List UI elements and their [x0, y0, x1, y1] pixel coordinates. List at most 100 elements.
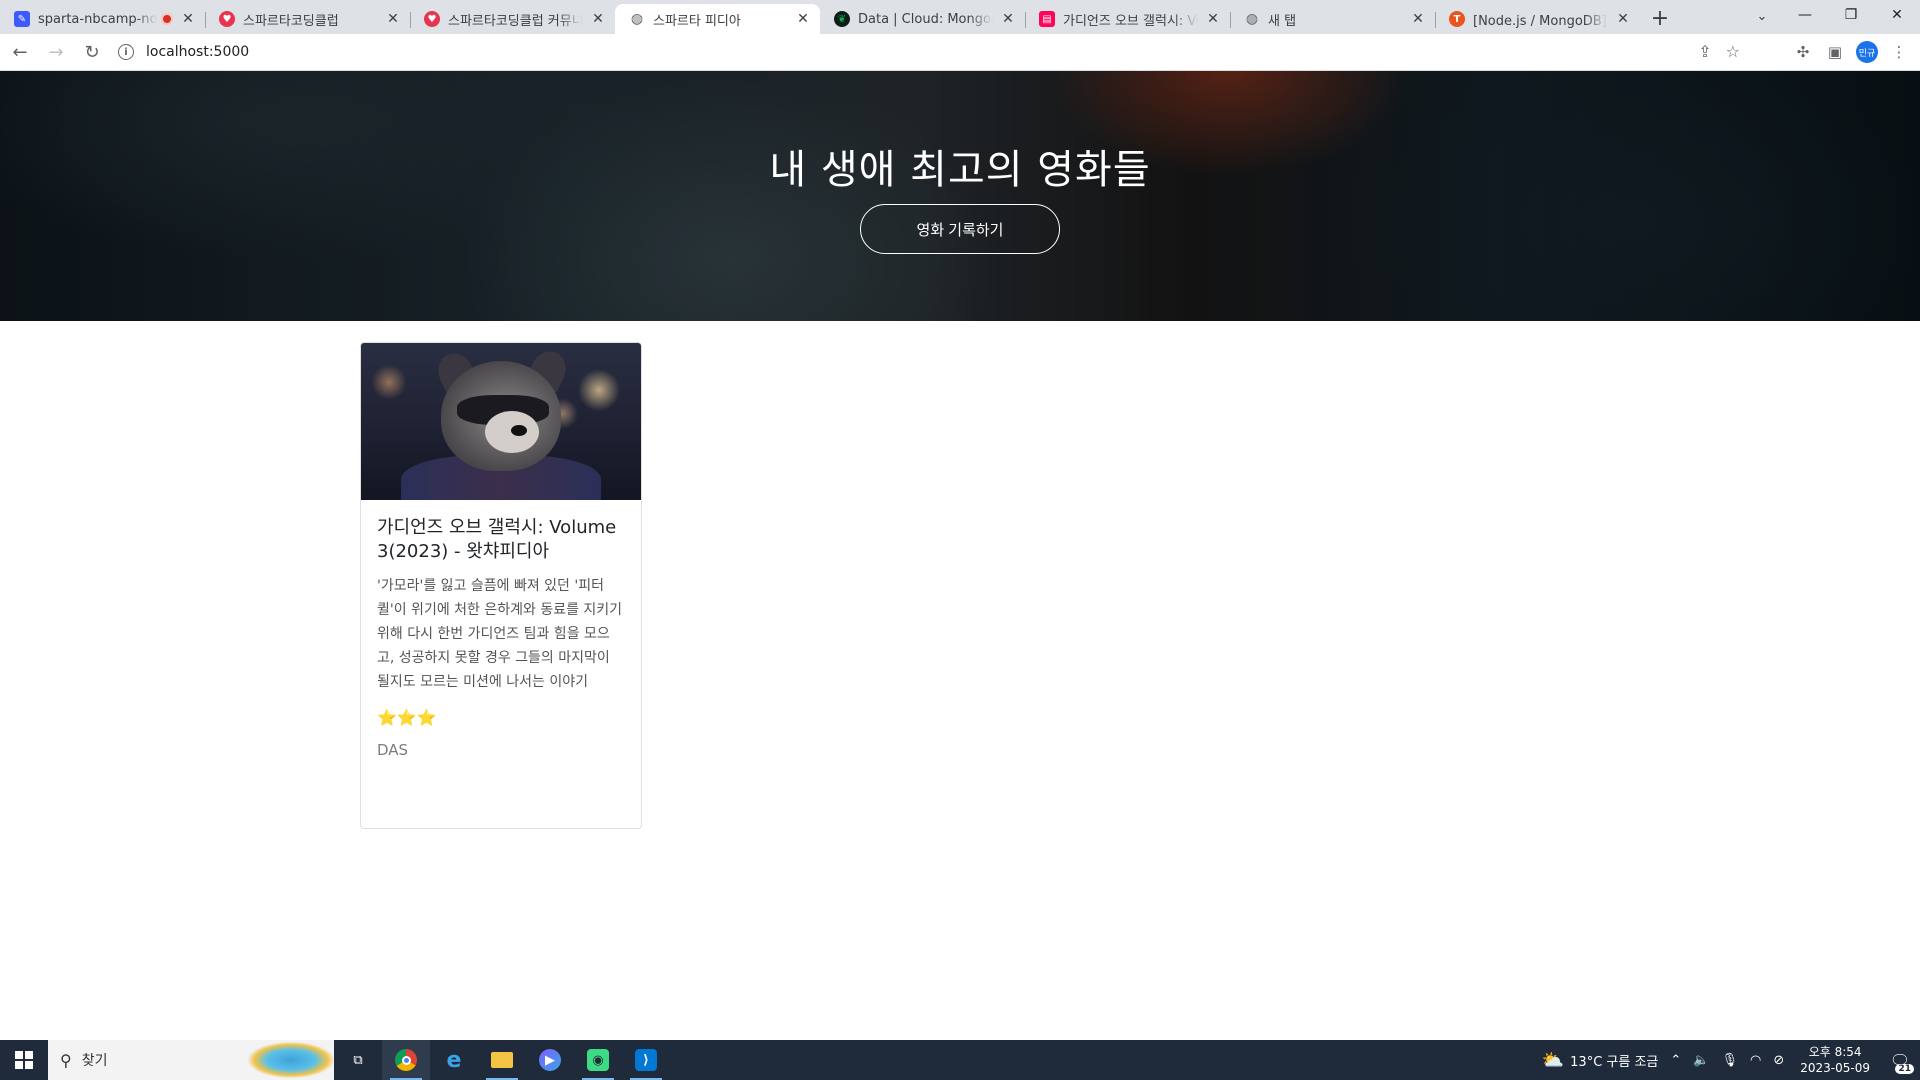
tab-watcha[interactable]: ▤ 가디언즈 오브 갤럭시: Volume 3 ✕ [1025, 4, 1230, 34]
close-icon[interactable]: ✕ [1204, 10, 1222, 28]
microphone-icon[interactable]: 🎙 [1721, 1053, 1738, 1068]
windows-logo-icon [15, 1051, 33, 1069]
close-icon[interactable]: ✕ [794, 10, 812, 28]
tab-strip: ✎ sparta-nbcamp-nodejs ✕ ♥ 스파르타코딩클럽 ✕ ♥ … [0, 0, 1920, 34]
windows-taskbar: ⚲ 찾기 ⧉ e ▶ ◉ ⟩ ⛅ 13°C 구름 조금 ⌃ 🔈 🎙 ◠ ⊘ 오후… [0, 1040, 1920, 1080]
leaf-icon: ❦ [834, 11, 850, 27]
movie-description: '가모라'를 잃고 슬픔에 빠져 있던 '피터 퀼'이 위기에 처한 은하계와 … [377, 578, 623, 690]
movie-card: 가디언즈 오브 갤럭시: Volume 3(2023) - 왓챠피디아 '가모라… [360, 342, 642, 829]
movie-title: 가디언즈 오브 갤럭시: Volume 3(2023) - 왓챠피디아 [377, 517, 617, 562]
close-icon[interactable]: ✕ [1614, 10, 1632, 28]
movie-poster-image [361, 343, 641, 500]
reload-button[interactable]: ↻ [76, 36, 108, 68]
close-icon[interactable]: ✕ [384, 10, 402, 28]
notification-center-button[interactable]: 🗨 21 [1880, 1040, 1920, 1080]
task-view-button[interactable]: ⧉ [334, 1040, 382, 1080]
tab-sparta-nbcamp[interactable]: ✎ sparta-nbcamp-nodejs ✕ [0, 4, 205, 34]
minimize-button[interactable]: — [1782, 0, 1828, 30]
watcha-icon: ▤ [1039, 11, 1055, 27]
tab-search-button[interactable]: ⌄ [1748, 2, 1776, 30]
vscode-icon: ⟩ [635, 1049, 657, 1071]
clock-time: 오후 8:54 [1808, 1045, 1862, 1059]
taskbar-android-app[interactable]: ◉ [574, 1040, 622, 1080]
browser-toolbar: ← → ↻ i localhost:5000 ⇪ ☆ ✣ ▣ 민규 ⋮ [0, 34, 1920, 71]
page-title: 내 생애 최고의 영화들 [769, 147, 1151, 193]
tab-title: 새 탭 [1268, 13, 1297, 29]
wifi-icon[interactable]: ◠ [1750, 1053, 1761, 1068]
tab-title: 스파르타코딩클럽 [243, 13, 339, 29]
android-icon: ◉ [587, 1049, 609, 1071]
menu-kebab-icon[interactable]: ⋮ [1888, 41, 1910, 63]
tab-title: [Node.js / MongoDB] 이미지 [1473, 13, 1608, 29]
restore-button[interactable]: ❐ [1828, 0, 1874, 30]
new-tab-button[interactable]: + [1646, 4, 1674, 32]
forward-button[interactable]: → [40, 36, 72, 68]
window-controls: — ❐ ✕ [1782, 0, 1920, 30]
search-highlight-image [248, 1042, 334, 1078]
search-placeholder: 찾기 [81, 1053, 108, 1069]
clock[interactable]: 오후 8:54 2023-05-09 [1800, 1044, 1870, 1076]
card-body: 가디언즈 오브 갤럭시: Volume 3(2023) - 왓챠피디아 '가모라… [361, 500, 641, 775]
tab-title: 가디언즈 오브 갤럭시: Volume 3 [1063, 13, 1198, 29]
toolbar-actions: ✣ ▣ 민규 ⋮ [1792, 36, 1910, 68]
chrome-icon [395, 1049, 417, 1071]
close-icon[interactable]: ✕ [999, 10, 1017, 28]
tistory-icon: T [1449, 11, 1465, 27]
blocked-icon[interactable]: ⊘ [1773, 1053, 1784, 1068]
tab-title: 스파르타 피디아 [653, 13, 741, 29]
close-icon[interactable]: ✕ [179, 10, 197, 28]
heart-icon: ♥ [219, 11, 235, 27]
recording-icon [161, 13, 173, 25]
movie-comment: DAS [377, 741, 409, 759]
start-button[interactable] [0, 1040, 48, 1080]
weather-text: 13°C 구름 조금 [1570, 1054, 1659, 1070]
url-text[interactable]: localhost:5000 [146, 44, 249, 60]
close-icon[interactable]: ✕ [589, 10, 607, 28]
tab-sparta-pedia[interactable]: ◍ 스파르타 피디아 ✕ [615, 4, 820, 34]
address-bar[interactable]: i localhost:5000 ⇪ ☆ [108, 36, 1748, 68]
volume-icon[interactable]: 🔈 [1693, 1053, 1709, 1068]
tab-spartacoding-community[interactable]: ♥ 스파르타코딩클럽 커뮤니티 ✕ [410, 4, 615, 34]
taskbar-vscode[interactable]: ⟩ [622, 1040, 670, 1080]
doc-icon: ✎ [14, 11, 30, 27]
star-rating: ⭐⭐⭐ [377, 708, 437, 727]
bookmark-star-icon[interactable]: ☆ [1726, 42, 1740, 61]
taskbar-chrome[interactable] [382, 1040, 430, 1080]
share-icon[interactable]: ⇪ [1698, 42, 1711, 61]
globe-icon: ◍ [630, 11, 644, 27]
search-icon: ⚲ [60, 1050, 72, 1070]
heart-icon: ♥ [424, 11, 440, 27]
clock-date: 2023-05-09 [1800, 1061, 1870, 1075]
taskbar-search[interactable]: ⚲ 찾기 [48, 1040, 334, 1080]
taskbar-edge[interactable]: e [430, 1040, 478, 1080]
tab-title: sparta-nbcamp-nodejs [38, 11, 157, 27]
tab-tistory[interactable]: T [Node.js / MongoDB] 이미지 ✕ [1435, 4, 1640, 34]
tab-title: Data | Cloud: MongoDB Cloud [858, 11, 993, 27]
task-view-icon: ⧉ [353, 1052, 363, 1068]
system-tray: ⛅ 13°C 구름 조금 ⌃ 🔈 🎙 ◠ ⊘ 오후 8:54 2023-05-0… [1536, 1040, 1920, 1080]
taskbar-app-purple[interactable]: ▶ [526, 1040, 574, 1080]
chevron-up-icon[interactable]: ⌃ [1670, 1053, 1681, 1068]
tab-new-tab[interactable]: ◍ 새 탭 ✕ [1230, 4, 1435, 34]
tab-title: 스파르타코딩클럽 커뮤니티 [448, 13, 583, 29]
side-panel-icon[interactable]: ▣ [1824, 41, 1846, 63]
hero-banner: 내 생애 최고의 영화들 영화 기록하기 [0, 71, 1920, 321]
tab-spartacoding[interactable]: ♥ 스파르타코딩클럽 ✕ [205, 4, 410, 34]
record-movie-button[interactable]: 영화 기록하기 [860, 204, 1060, 254]
omnibox-actions: ⇪ ☆ [1698, 42, 1740, 61]
partly-cloudy-icon: ⛅ [1541, 1049, 1565, 1071]
profile-avatar[interactable]: 민규 [1856, 41, 1878, 63]
back-button[interactable]: ← [4, 36, 36, 68]
internet-explorer-icon: e [446, 1047, 462, 1073]
globe-icon: ◍ [1245, 11, 1259, 27]
close-icon[interactable]: ✕ [1409, 10, 1427, 28]
weather-widget[interactable]: ⛅ 13°C 구름 조금 [1542, 1050, 1659, 1071]
info-icon[interactable]: i [118, 44, 134, 60]
poster-figure-nose [511, 425, 527, 436]
close-window-button[interactable]: ✕ [1874, 0, 1920, 30]
extensions-icon[interactable]: ✣ [1792, 41, 1814, 63]
media-app-icon: ▶ [539, 1049, 561, 1071]
taskbar-file-explorer[interactable] [478, 1040, 526, 1080]
tab-mongodb[interactable]: ❦ Data | Cloud: MongoDB Cloud ✕ [820, 4, 1025, 34]
notification-count: 21 [1895, 1064, 1914, 1074]
